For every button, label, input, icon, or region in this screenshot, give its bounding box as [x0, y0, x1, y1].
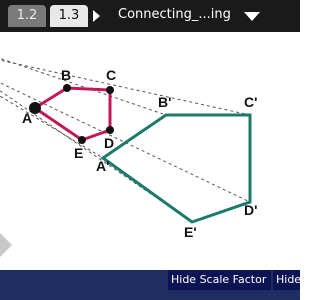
geometry-canvas[interactable]: A B C D E A' B' C' D' E': [0, 38, 300, 270]
dilation-rays: [0, 57, 251, 223]
hide-scale-factor-button[interactable]: Hide Scale Factor: [168, 270, 271, 290]
ray-to-a-prime: [0, 95, 104, 159]
hide-button[interactable]: Hide: [273, 270, 300, 290]
label-b-prime: B': [158, 94, 171, 110]
label-a: A: [22, 110, 32, 126]
label-e: E: [74, 145, 83, 161]
point-e: [78, 136, 86, 144]
caret-down-icon[interactable]: [244, 12, 260, 21]
label-d: D: [104, 135, 114, 151]
tab-1-3[interactable]: 1.3: [50, 5, 88, 27]
top-toolbar: 1.2 1.3 Connecting_...ing: [0, 0, 300, 32]
play-icon[interactable]: [93, 10, 100, 22]
point-d: [106, 126, 114, 134]
label-a-prime: A': [96, 158, 109, 174]
point-c: [106, 86, 114, 94]
image-pentagon: [100, 113, 252, 224]
label-b: B: [61, 67, 71, 83]
label-d-prime: D': [244, 202, 257, 218]
document-title[interactable]: Connecting_...ing: [118, 7, 231, 22]
ray-to-d-prime: [0, 82, 251, 203]
ray-to-b-prime: [0, 57, 167, 116]
preimage-pentagon: [32, 86, 112, 142]
tab-1-2[interactable]: 1.2: [8, 5, 46, 27]
geometry-drawing: A B C D E A' B' C' D' E': [0, 57, 257, 240]
label-c-prime: C': [244, 94, 257, 110]
point-b: [63, 84, 71, 92]
page-left-arrow-icon[interactable]: [0, 233, 12, 257]
label-c: C: [106, 67, 116, 83]
label-e-prime: E': [184, 224, 197, 240]
